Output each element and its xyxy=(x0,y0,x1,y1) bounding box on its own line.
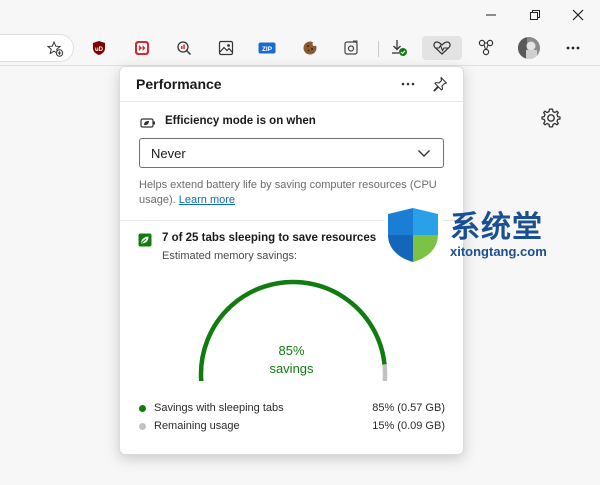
more-menu-button[interactable] xyxy=(560,36,586,60)
browser-toolbar: uD ZIP xyxy=(0,30,600,66)
memory-savings-label: Estimated memory savings: xyxy=(162,250,298,262)
downloads-icon xyxy=(392,40,407,56)
performance-icon xyxy=(433,41,451,55)
panel-title: Performance xyxy=(136,76,222,92)
legend-dot-savings xyxy=(139,405,146,412)
legend-value-savings: 85% (0.57 GB) xyxy=(372,402,445,414)
efficiency-mode-select[interactable]: Never xyxy=(139,138,444,168)
sleeping-tabs-label: 7 of 25 tabs sleeping to save resources xyxy=(162,232,377,244)
restore-icon xyxy=(530,10,540,20)
panel-divider xyxy=(120,101,463,102)
restore-button[interactable] xyxy=(522,5,548,25)
settings-gear-icon[interactable] xyxy=(540,107,562,129)
profile-avatar xyxy=(518,37,540,59)
ublock-icon: uD xyxy=(93,41,105,55)
extensions-icon xyxy=(478,39,494,56)
legend-row-savings: Savings with sleeping tabs 85% (0.57 GB) xyxy=(139,401,445,417)
image-extension-button[interactable] xyxy=(213,36,239,60)
image-ext-icon xyxy=(218,40,234,56)
search-extension-button[interactable] xyxy=(171,36,197,60)
favorite-add-icon[interactable] xyxy=(46,40,64,58)
panel-more-button[interactable] xyxy=(396,73,420,95)
select-value: Never xyxy=(151,146,186,161)
ublock-extension-button[interactable]: uD xyxy=(86,36,112,60)
legend-dot-remaining xyxy=(139,423,146,430)
profile-button[interactable] xyxy=(516,36,542,60)
watermark: 系统堂 xitongtang.com xyxy=(380,202,600,272)
svg-text:ZIP: ZIP xyxy=(262,46,273,53)
zip-ext-icon: ZIP xyxy=(258,42,276,54)
more-menu-icon xyxy=(566,46,580,50)
chevron-down-icon xyxy=(418,150,430,157)
savings-percentage: 85% xyxy=(278,343,305,358)
pin-icon xyxy=(433,76,448,92)
pin-button[interactable] xyxy=(428,73,452,95)
screenshot-ext-icon xyxy=(344,40,358,55)
screenshot-extension-button[interactable] xyxy=(338,36,364,60)
watermark-en-text: xitongtang.com xyxy=(450,244,547,259)
minimize-icon xyxy=(486,14,496,16)
legend-value-remaining: 15% (0.09 GB) xyxy=(372,420,445,432)
watermark-shield-icon xyxy=(384,204,442,266)
performance-button[interactable] xyxy=(422,36,462,60)
cookie-extension-button[interactable] xyxy=(297,36,323,60)
battery-leaf-icon xyxy=(140,118,155,128)
video-extension-button[interactable] xyxy=(129,36,155,60)
watermark-cn-text: 系统堂 xyxy=(450,210,543,245)
toolbar-separator xyxy=(378,41,379,57)
learn-more-link[interactable]: Learn more xyxy=(179,194,235,206)
search-ext-icon xyxy=(177,41,192,56)
minimize-button[interactable] xyxy=(478,5,504,25)
close-button[interactable] xyxy=(565,5,591,25)
cookie-icon xyxy=(303,41,317,55)
legend-row-remaining: Remaining usage 15% (0.09 GB) xyxy=(139,419,445,435)
extensions-button[interactable] xyxy=(473,36,499,60)
address-bar[interactable] xyxy=(0,34,74,62)
zip-extension-button[interactable]: ZIP xyxy=(254,36,280,60)
video-ext-icon xyxy=(135,41,149,55)
svg-text:uD: uD xyxy=(95,47,104,53)
downloads-button[interactable] xyxy=(386,36,412,60)
title-bar xyxy=(0,0,600,30)
legend-label-savings: Savings with sleeping tabs xyxy=(154,402,284,414)
legend-label-remaining: Remaining usage xyxy=(154,420,240,432)
close-icon xyxy=(572,9,584,21)
savings-word: savings xyxy=(269,361,314,376)
sleeping-tabs-icon xyxy=(138,233,152,247)
efficiency-mode-label: Efficiency mode is on when xyxy=(165,115,316,127)
panel-more-icon xyxy=(401,82,415,86)
